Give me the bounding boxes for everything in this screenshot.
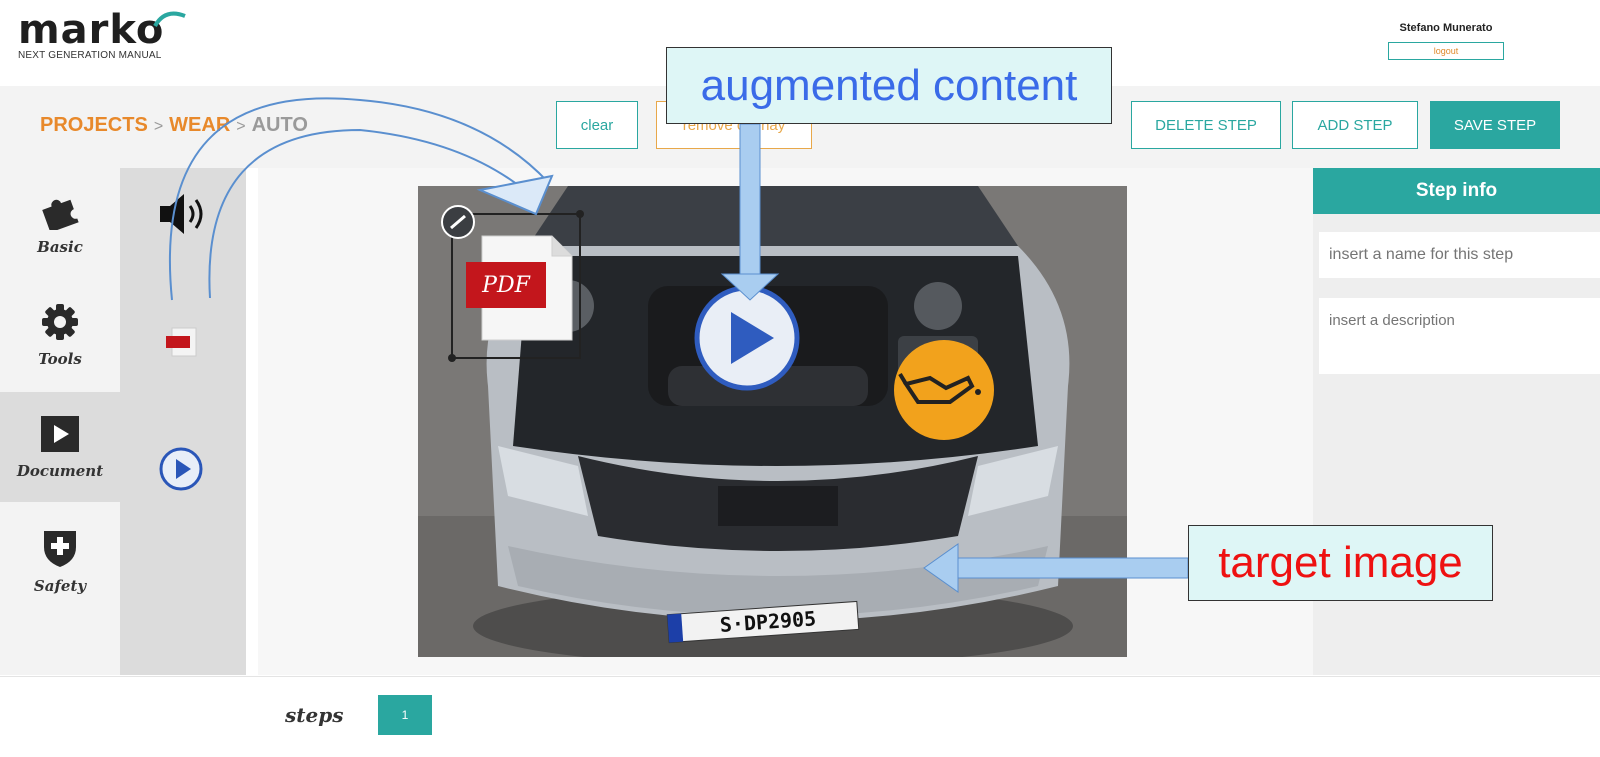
pdf-icon[interactable] (162, 324, 202, 360)
category-basic[interactable]: Basic (0, 168, 120, 278)
shield-plus-icon (44, 531, 76, 567)
clear-button[interactable]: clear (556, 101, 638, 149)
category-document[interactable]: Document (0, 392, 120, 502)
breadcrumb: PROJECTS > WEAR > AUTO (40, 114, 308, 137)
step-description-input[interactable] (1319, 298, 1600, 374)
gear-icon (42, 304, 78, 340)
category-label: Basic (37, 238, 83, 256)
category-rail: Basic Tools Document Safety (0, 168, 120, 675)
add-step-button[interactable]: ADD STEP (1292, 101, 1418, 149)
step-chip-1[interactable]: 1 (378, 695, 432, 735)
category-label: Safety (33, 577, 87, 595)
user-panel: Stefano Munerato logout (1386, 22, 1506, 60)
category-tools[interactable]: Tools (0, 280, 120, 390)
puzzle-icon (42, 199, 79, 230)
footer: steps 1 (0, 676, 1600, 757)
breadcrumb-projects[interactable]: PROJECTS (40, 114, 148, 136)
logo-tagline: NEXT GENERATION MANUAL (18, 50, 162, 61)
car-engine-image: S·DP2905 (418, 186, 1127, 657)
play-square-icon (41, 416, 79, 452)
user-name: Stefano Munerato (1399, 22, 1493, 34)
logo: marko NEXT GENERATION MANUAL (18, 8, 164, 61)
logout-button[interactable]: logout (1388, 42, 1504, 60)
steps-label: steps (285, 703, 344, 727)
category-label: Tools (38, 350, 82, 368)
breadcrumb-separator: > (153, 118, 164, 135)
step-name-input[interactable] (1319, 232, 1600, 278)
breadcrumb-separator: > (236, 118, 246, 135)
video-play-icon[interactable] (158, 446, 204, 492)
delete-step-button[interactable]: DELETE STEP (1131, 101, 1281, 149)
augmented-content-callout: augmented content (666, 47, 1112, 124)
speaker-icon[interactable] (158, 192, 208, 236)
logo-wordmark: marko (18, 7, 165, 53)
target-image[interactable]: S·DP2905 (418, 186, 1127, 657)
breadcrumb-auto: AUTO (251, 114, 308, 136)
breadcrumb-wear[interactable]: WEAR (169, 114, 230, 136)
save-step-button[interactable]: SAVE STEP (1430, 101, 1560, 149)
logo-swoosh-icon (153, 11, 186, 28)
category-label: Document (16, 462, 104, 480)
asset-panel (120, 168, 246, 675)
target-image-callout: target image (1188, 525, 1493, 601)
step-info-title: Step info (1313, 168, 1600, 214)
category-safety[interactable]: Safety (0, 506, 120, 616)
